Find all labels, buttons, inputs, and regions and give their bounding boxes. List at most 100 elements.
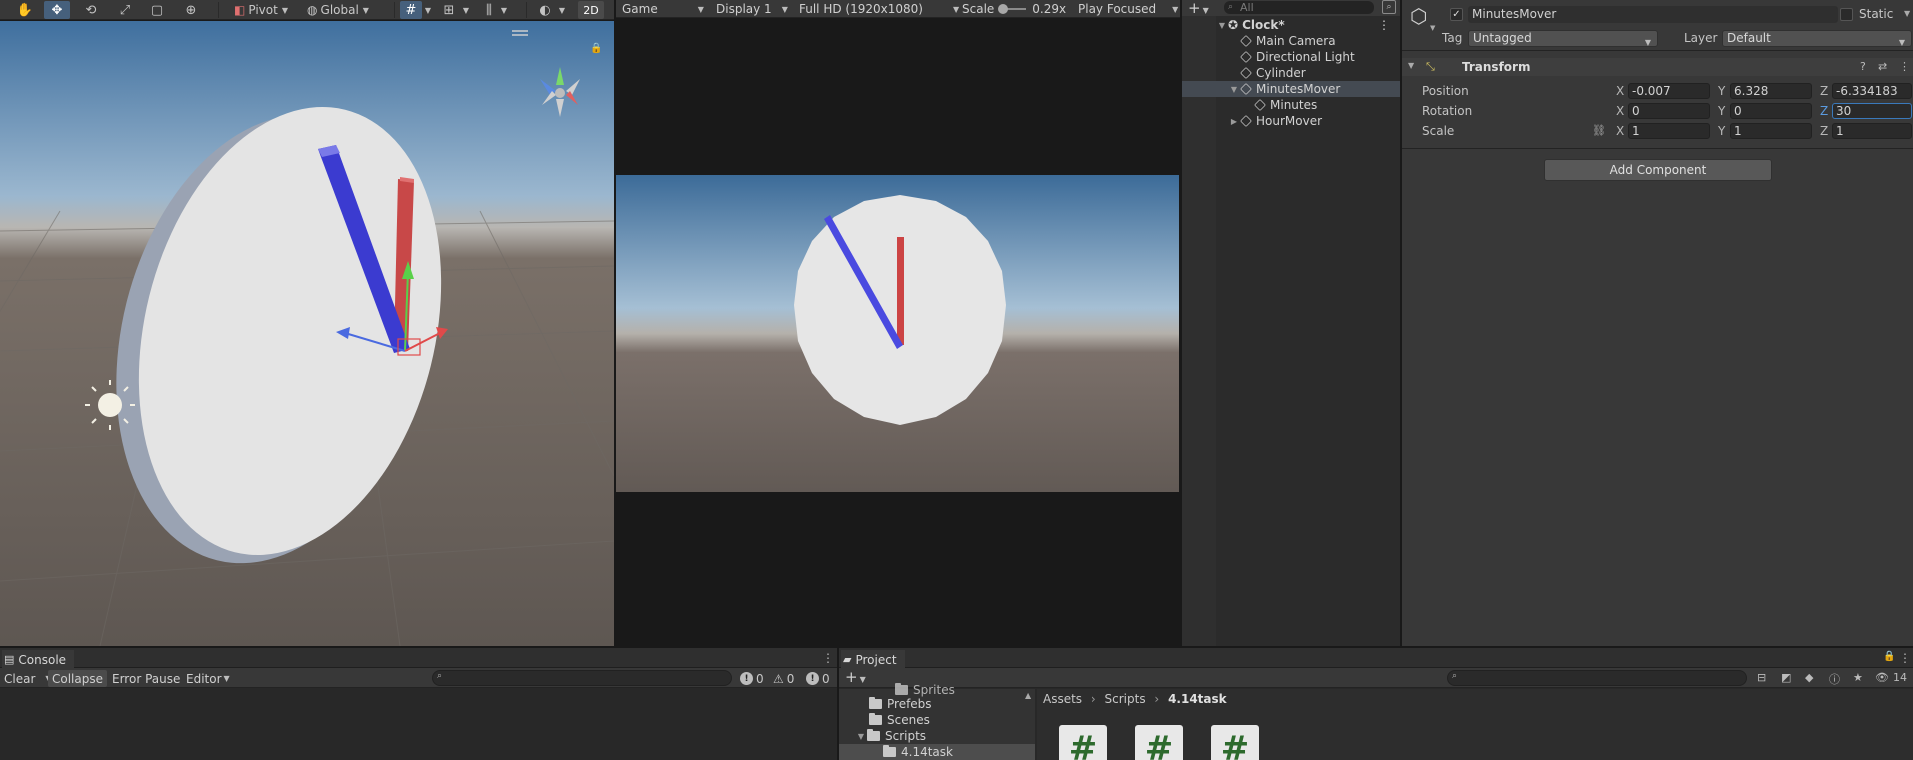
warning-count-toggle[interactable]: ⚠ 0 <box>773 670 794 687</box>
view-dropdown[interactable]: Game ▼ <box>622 0 704 18</box>
tab-project[interactable]: ▰ Project <box>841 650 905 669</box>
scale-y-field[interactable]: 1 <box>1730 123 1812 139</box>
help-icon[interactable]: ? <box>1860 60 1866 73</box>
expand-arrow-icon[interactable]: ▼ <box>1228 85 1240 94</box>
hierarchy-item[interactable]: Main Camera <box>1182 33 1400 49</box>
search-icon: ⌕ <box>1228 2 1234 12</box>
kebab-menu-icon[interactable]: ⋮ <box>1378 18 1390 32</box>
breadcrumb-item[interactable]: 4.14task <box>1168 692 1227 706</box>
rect-tool-icon[interactable]: ▢ <box>144 1 170 19</box>
scale-slider[interactable]: Scale 0.29x <box>962 0 1066 18</box>
hand-tool-icon[interactable]: ✋ <box>12 1 38 19</box>
icon-dropdown-icon[interactable]: ▼ <box>1430 24 1435 32</box>
editor-dropdown[interactable]: Editor ▼ <box>182 670 234 687</box>
filter-by-type-icon[interactable]: ◩ <box>1781 671 1791 684</box>
expand-arrow-icon[interactable]: ▼ <box>855 732 867 741</box>
rotation-y-field[interactable]: 0 <box>1730 103 1812 119</box>
folder-item-selected[interactable]: 4.14task <box>839 744 1035 760</box>
pivot-icon: ◧ <box>234 3 246 17</box>
csharp-script-icon[interactable]: # <box>1135 725 1183 760</box>
active-checkbox[interactable]: ✓ <box>1450 8 1463 21</box>
2d-toggle[interactable]: 2D <box>578 1 604 19</box>
scene-view[interactable]: ✋ ✥ ⟲ ⤢ ▢ ⊕ ◧ Pivot ▼ ◍ Global ▼ # ▼ ⊞ ▼ ⫼… <box>0 0 614 646</box>
static-checkbox[interactable] <box>1840 8 1853 21</box>
project-assets-view: Assets › Scripts › 4.14task # # # <box>1037 689 1913 760</box>
log-count-toggle[interactable]: ! 0 <box>740 670 764 687</box>
breadcrumb-item[interactable]: Scripts <box>1105 692 1146 706</box>
position-x-field[interactable]: -0.007 <box>1628 83 1710 99</box>
object-name-field[interactable]: MinutesMover <box>1468 6 1838 23</box>
transform-tool-icon[interactable]: ⊕ <box>178 1 204 19</box>
play-mode-dropdown[interactable]: Play Focused ▼ <box>1078 0 1178 18</box>
position-z-field[interactable]: -6.334183 <box>1832 83 1912 99</box>
hierarchy-search-input[interactable]: ⌕ All <box>1224 1 1374 14</box>
breadcrumb-item[interactable]: Assets <box>1043 692 1082 706</box>
rotate-tool-icon[interactable]: ⟲ <box>78 1 104 19</box>
snap-settings-icon[interactable]: ⊞ <box>438 1 460 19</box>
scroll-up-icon[interactable]: ▲ <box>1025 691 1031 700</box>
tag-dropdown[interactable]: Untagged ▼ <box>1468 30 1658 47</box>
folder-item[interactable]: ▼ Scripts <box>839 728 1035 744</box>
search-by-type-icon[interactable]: ⌕ <box>1382 0 1396 14</box>
collapsed-arrow-icon[interactable]: ▶ <box>1228 117 1240 126</box>
rotation-z-field[interactable]: 30 <box>1832 103 1912 119</box>
game-view[interactable]: Game ▼ Display 1 ▼ Full HD (1920x1080) ▼ Sc… <box>616 0 1180 646</box>
hierarchy-scene-root[interactable]: ▼ ✪ Clock* ⋮ <box>1182 17 1400 33</box>
hierarchy-item[interactable]: Minutes <box>1182 97 1400 113</box>
shading-dropdown-icon[interactable]: ▼ <box>556 0 568 20</box>
hierarchy-item-selected[interactable]: ▼ MinutesMover <box>1182 81 1400 97</box>
display-dropdown[interactable]: Display 1 ▼ <box>716 0 788 18</box>
console-menu-icon[interactable]: ⋮ <box>822 651 834 665</box>
project-menu-icon[interactable]: ⋮ <box>1899 651 1911 665</box>
layer-dropdown[interactable]: Default ▼ <box>1722 30 1912 47</box>
global-dropdown[interactable]: ◍ Global ▼ <box>300 0 376 20</box>
gameobject-icon <box>1240 67 1252 79</box>
scene-canvas[interactable]: 🔒 <box>0 21 614 646</box>
scale-tool-icon[interactable]: ⤢ <box>112 1 138 19</box>
add-component-button[interactable]: Add Component <box>1544 159 1772 181</box>
search-by-type-icon[interactable]: ⊟ <box>1757 671 1766 684</box>
constrain-proportions-icon[interactable]: ⛓ <box>1592 124 1606 137</box>
lock-icon[interactable]: 🔒 <box>590 42 602 54</box>
tab-console[interactable]: ▤ Console <box>2 650 75 669</box>
hierarchy-item[interactable]: Cylinder <box>1182 65 1400 81</box>
static-dropdown-icon[interactable]: ▼ <box>1904 9 1910 18</box>
shading-mode-icon[interactable]: ◐ <box>534 1 556 19</box>
position-y-field[interactable]: 6.328 <box>1730 83 1812 99</box>
console-tabbar: ▤ Console ⋮ <box>0 648 837 669</box>
csharp-script-icon[interactable]: # <box>1059 725 1107 760</box>
component-menu-icon[interactable]: ⋮ <box>1899 60 1910 73</box>
collapse-button[interactable]: Collapse <box>48 670 107 687</box>
resolution-dropdown[interactable]: Full HD (1920x1080) ▼ <box>799 0 959 18</box>
hierarchy-item[interactable]: Directional Light <box>1182 49 1400 65</box>
error-pause-button[interactable]: Error Pause <box>108 670 184 687</box>
pivot-dropdown[interactable]: ◧ Pivot ▼ <box>226 0 296 20</box>
move-tool-icon[interactable]: ✥ <box>44 1 70 19</box>
snap-dropdown-icon[interactable]: ▼ <box>460 0 472 20</box>
hierarchy-item[interactable]: ▶ HourMover <box>1182 113 1400 129</box>
folder-item[interactable]: Prefebs <box>839 696 1035 712</box>
filter-by-label-icon[interactable]: ◆ <box>1805 671 1813 684</box>
grid-snap-icon[interactable]: # <box>400 1 422 19</box>
increment-snap-icon[interactable]: ⫼ <box>478 1 500 19</box>
folder-item[interactable]: Scenes <box>839 712 1035 728</box>
scale-x-field[interactable]: 1 <box>1628 123 1710 139</box>
add-object-button[interactable]: + ▼ <box>1188 0 1209 17</box>
lock-icon[interactable]: 🔒 <box>1883 651 1895 662</box>
collapse-arrow-icon[interactable]: ▼ <box>1408 61 1414 70</box>
grid-snap-dropdown-icon[interactable]: ▼ <box>422 0 434 20</box>
rotation-x-field[interactable]: 0 <box>1628 103 1710 119</box>
project-search-input[interactable]: ⌕ <box>1447 670 1747 686</box>
error-count-toggle[interactable]: ! 0 <box>806 670 830 687</box>
csharp-script-icon[interactable]: # <box>1211 725 1259 760</box>
transform-header[interactable]: ▼ ⤡ Transform ? ⇄ ⋮ <box>1402 58 1913 76</box>
hidden-packages-icon[interactable]: 👁 <box>1875 671 1889 684</box>
scale-z-field[interactable]: 1 <box>1832 123 1912 139</box>
preset-icon[interactable]: ⇄ <box>1878 60 1887 73</box>
log-type-icon[interactable]: ⓘ <box>1829 671 1840 687</box>
expand-arrow-icon[interactable]: ▼ <box>1216 21 1228 30</box>
console-search-input[interactable]: ⌕ <box>432 670 732 686</box>
scale-slider-thumb[interactable] <box>998 4 1009 14</box>
favorite-star-icon[interactable]: ★ <box>1853 671 1863 684</box>
increment-dropdown-icon[interactable]: ▼ <box>498 0 510 20</box>
